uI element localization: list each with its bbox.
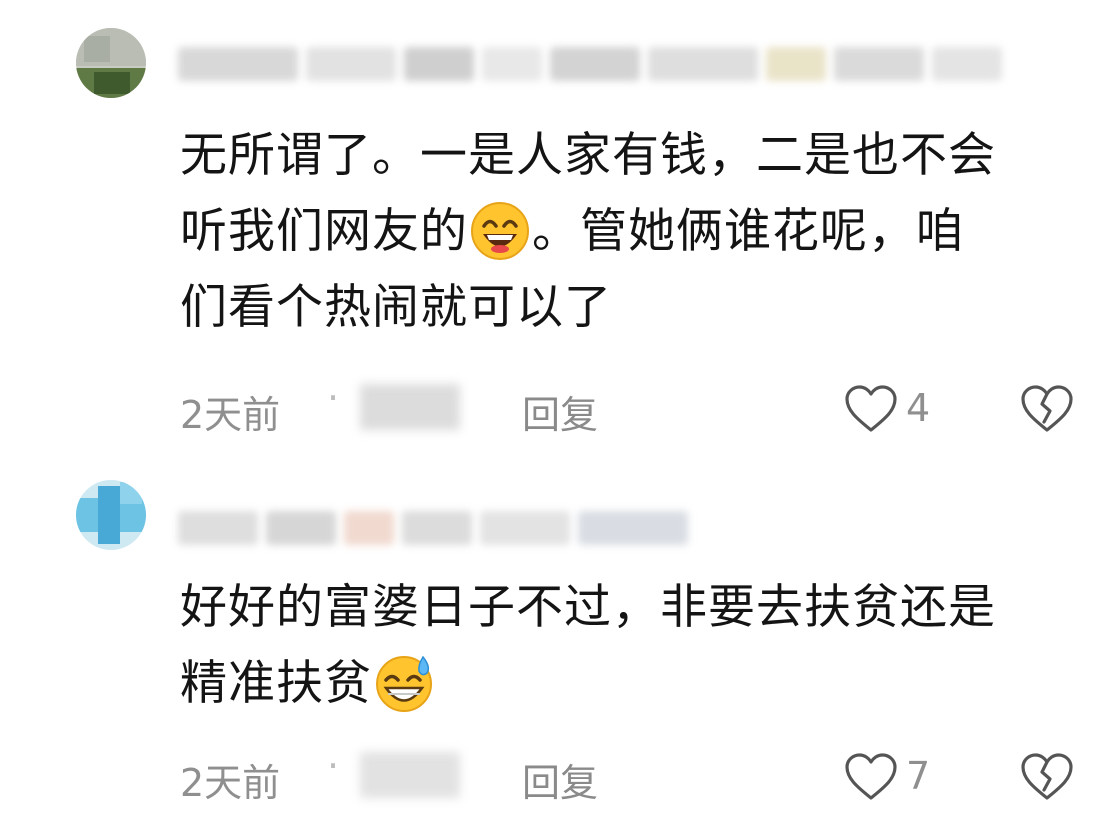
timestamp: 2天前: [180, 761, 281, 805]
like-count: 4: [906, 386, 931, 430]
timestamp: 2天前: [180, 393, 281, 437]
comment-text: 好好的富婆日子不过，非要去扶贫还是 精准扶贫: [180, 570, 1090, 722]
broken-heart-icon: [1021, 385, 1073, 432]
dislike-button[interactable]: [1020, 748, 1080, 808]
avatar[interactable]: [76, 480, 146, 550]
comment-line: 好好的富婆日子不过，非要去扶贫还是: [180, 580, 996, 635]
reply-button[interactable]: 回复: [522, 384, 598, 439]
comment-meta: 2天前 · 回复 4: [180, 376, 1080, 440]
comment-line-text: 。管她俩谁花呢，咱: [532, 204, 964, 259]
dislike-button[interactable]: [1020, 380, 1080, 440]
comment-line-text: 听我们网友的: [180, 204, 468, 259]
comment-line: 无所谓了。一是人家有钱，二是也不会: [180, 128, 996, 183]
username-blurred[interactable]: [178, 508, 718, 548]
username-blurred[interactable]: [178, 44, 1058, 84]
location-blurred: [360, 384, 460, 430]
like-button[interactable]: 4: [844, 380, 954, 440]
like-count: 7: [906, 754, 931, 798]
comment-line-text: 精准扶贫: [180, 656, 372, 711]
location-blurred: [360, 752, 460, 798]
comment-line: 精准扶贫: [180, 646, 1090, 722]
comment-line: 们看个热闹就可以了: [180, 280, 612, 335]
heart-outline-icon: [845, 753, 897, 800]
broken-heart-icon: [1021, 753, 1073, 800]
heart-outline-icon: [845, 385, 897, 432]
comment-meta: 2天前 · 回复 7: [180, 744, 1080, 808]
separator-dot: ·: [327, 376, 340, 420]
separator-dot: ·: [327, 744, 340, 788]
comment-item: 无所谓了。一是人家有钱，二是也不会 听我们网友的 。管她俩谁花呢，咱 们看个热闹…: [0, 0, 1106, 460]
comment-line: 听我们网友的 。管她俩谁花呢，咱: [180, 194, 1090, 270]
reply-button[interactable]: 回复: [522, 752, 598, 807]
grin-emoji-icon: [470, 201, 530, 261]
comment-text: 无所谓了。一是人家有钱，二是也不会 听我们网友的 。管她俩谁花呢，咱 们看个热闹…: [180, 118, 1090, 346]
sweat-smile-emoji-icon: [374, 653, 434, 713]
comment-item: 好好的富婆日子不过，非要去扶贫还是 精准扶贫 2天前 · 回复 7: [0, 460, 1106, 818]
like-button[interactable]: 7: [844, 748, 954, 808]
avatar[interactable]: [76, 28, 146, 98]
